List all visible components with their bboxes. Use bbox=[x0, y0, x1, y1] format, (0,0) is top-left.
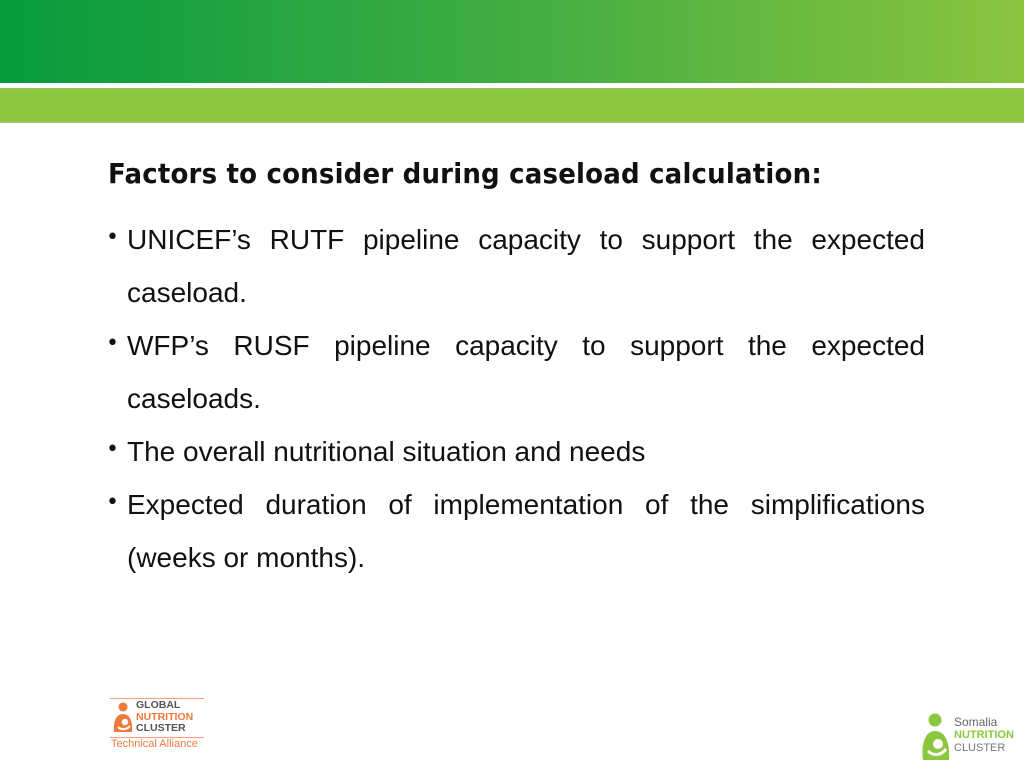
logo-word-cluster: CLUSTER bbox=[136, 722, 186, 734]
bullet-icon: • bbox=[106, 490, 119, 515]
logo-wordmark: Somalia NUTRITION CLUSTER bbox=[954, 716, 1014, 755]
bullet-icon: • bbox=[106, 331, 119, 356]
logo-wordmark: GLOBAL NUTRITION CLUSTER bbox=[136, 699, 193, 735]
slide-title: Factors to consider during caseload calc… bbox=[108, 157, 822, 190]
logo-word-nutrition: NUTRITION bbox=[954, 729, 1014, 741]
bullet-item: • Expected duration of implementation of… bbox=[103, 478, 925, 584]
bullet-text: UNICEF’s RUTF pipeline capacity to suppo… bbox=[127, 224, 925, 308]
somalia-nutrition-cluster-logo: Somalia NUTRITION CLUSTER bbox=[920, 710, 1020, 764]
bullet-item: • UNICEF’s RUTF pipeline capacity to sup… bbox=[103, 213, 925, 319]
bullet-text: The overall nutritional situation and ne… bbox=[127, 436, 646, 467]
bullet-icon: • bbox=[106, 225, 119, 250]
bullet-list: • UNICEF’s RUTF pipeline capacity to sup… bbox=[103, 213, 925, 584]
logo-word-cluster: CLUSTER bbox=[954, 742, 1006, 754]
bullet-icon: • bbox=[106, 437, 119, 462]
header-gradient-band bbox=[0, 0, 1024, 83]
logo-word-global: GLOBAL bbox=[136, 699, 181, 711]
mother-child-icon bbox=[922, 713, 950, 760]
bullet-text: Expected duration of implementation of t… bbox=[127, 489, 925, 573]
bullet-item: • The overall nutritional situation and … bbox=[103, 425, 925, 478]
header-sub-band bbox=[0, 88, 1024, 123]
bullet-text: WFP’s RUSF pipeline capacity to support … bbox=[127, 330, 925, 414]
mother-child-icon bbox=[113, 702, 133, 732]
bullet-item: • WFP’s RUSF pipeline capacity to suppor… bbox=[103, 319, 925, 425]
logo-word-somalia: Somalia bbox=[954, 715, 998, 729]
logo-tagline: Technical Alliance bbox=[111, 738, 198, 750]
global-nutrition-cluster-logo: GLOBAL NUTRITION CLUSTER Technical Allia… bbox=[110, 698, 206, 752]
